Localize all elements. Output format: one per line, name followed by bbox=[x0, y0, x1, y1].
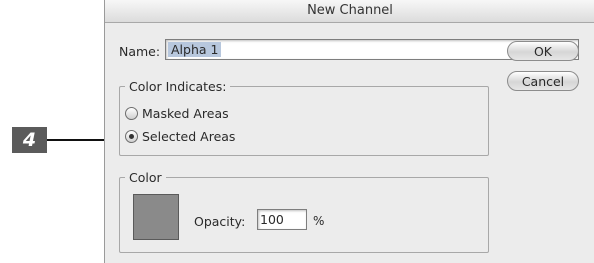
title-bar: New Channel bbox=[105, 0, 594, 23]
name-value: Alpha 1 bbox=[168, 42, 222, 57]
masked-areas-radio[interactable] bbox=[125, 107, 138, 120]
ok-button[interactable]: OK bbox=[507, 41, 579, 61]
opacity-field[interactable]: 100 bbox=[257, 209, 307, 230]
opacity-unit: % bbox=[313, 214, 325, 228]
new-channel-dialog: New Channel Name: Alpha 1 OK Cancel Colo… bbox=[104, 0, 594, 263]
color-indicates-legend: Color Indicates: bbox=[125, 79, 231, 94]
masked-areas-label[interactable]: Masked Areas bbox=[142, 106, 229, 121]
color-indicates-group bbox=[119, 86, 489, 156]
selected-areas-label[interactable]: Selected Areas bbox=[142, 129, 235, 144]
color-swatch[interactable] bbox=[133, 194, 179, 240]
step-badge: 4 bbox=[12, 127, 47, 153]
dialog-title: New Channel bbox=[307, 3, 393, 18]
color-legend: Color bbox=[125, 170, 166, 185]
cancel-button[interactable]: Cancel bbox=[507, 71, 579, 91]
radio-selected-dot bbox=[129, 134, 134, 139]
selected-areas-radio[interactable] bbox=[125, 130, 138, 143]
name-label: Name: bbox=[119, 44, 161, 59]
opacity-label: Opacity: bbox=[194, 214, 246, 229]
